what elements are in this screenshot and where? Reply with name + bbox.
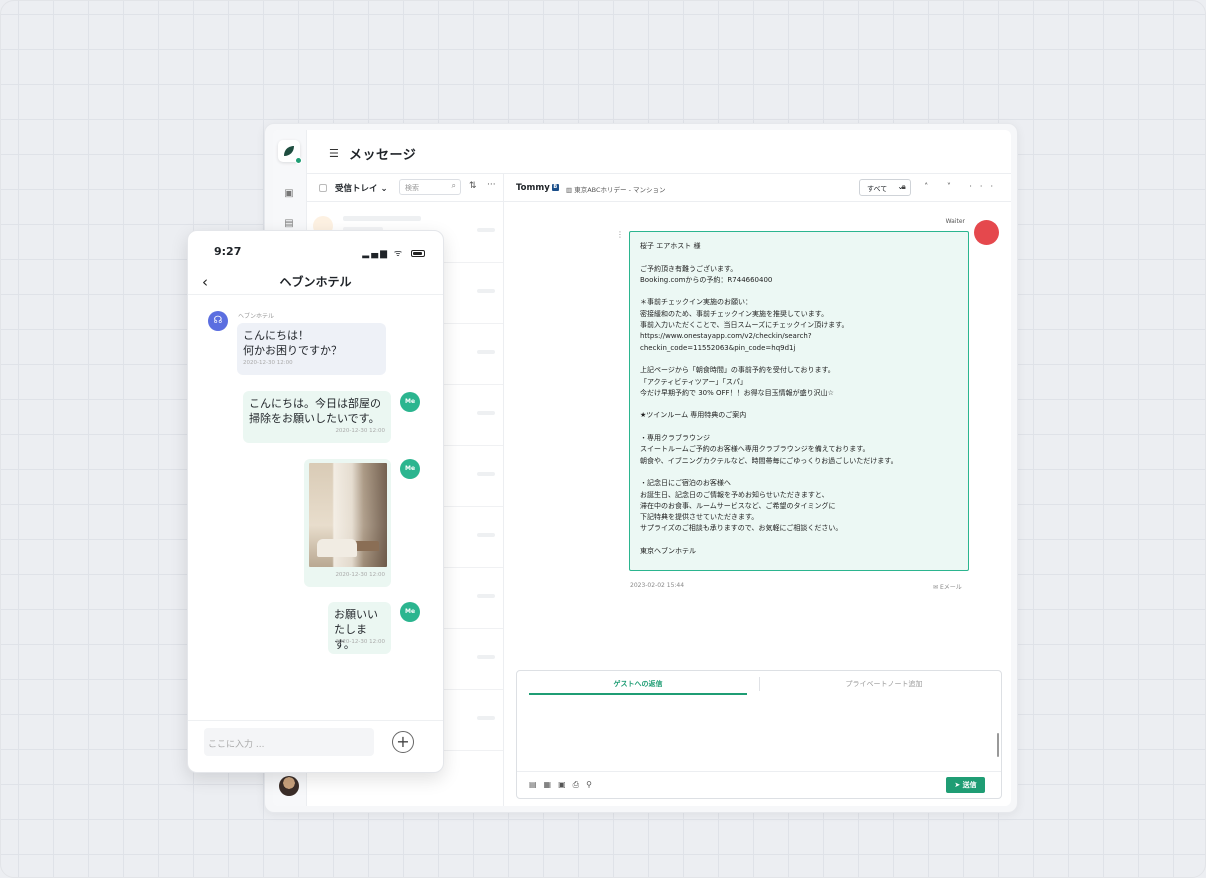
composer-tools[interactable]: ▤▦▣⎙⚲ — [529, 780, 599, 790]
guest-name[interactable]: Tommy B — [516, 183, 559, 193]
message-bubble-me: お願いいたします。 2020-12-30 12:00 — [328, 602, 391, 654]
detail-header: Tommy B ▥ 東京ABCホリデー - マンション すべて ⌄ 🔒︎ ˄ ˅ ·… — [504, 174, 1011, 202]
tab-private-note[interactable]: プライベートノート追加 — [775, 679, 993, 689]
mobile-chat-phone: 9:27 ▂▄▆ ᯤ ‹ ヘブンホテル ☊ ヘブンホテル こんにちは！ 何かお困… — [187, 230, 444, 773]
user-avatar[interactable] — [279, 776, 299, 796]
select-all-checkbox[interactable] — [319, 184, 327, 192]
status-icons: ▂▄▆ ᯤ — [362, 246, 425, 259]
search-icon[interactable]: ⌕ — [452, 181, 456, 191]
sender-label: Waiter — [945, 218, 965, 225]
conversation-detail: Tommy B ▥ 東京ABCホリデー - マンション すべて ⌄ 🔒︎ ˄ ˅ ·… — [504, 174, 1011, 806]
me-avatar: Me — [400, 459, 420, 479]
message-bubble-hotel: こんにちは！ 何かお困りですか？ 2020-12-30 12:00 — [237, 323, 386, 375]
hotel-name: ヘブンホテル — [238, 313, 275, 320]
list-header: 受信トレイ ⌄ 検索 ⌕ ⇅ ··· — [307, 174, 503, 202]
chat-title: ヘブンホテル — [279, 275, 352, 289]
message-channel: ✉ Eメール — [933, 584, 962, 591]
status-time: 9:27 — [214, 245, 242, 258]
header-actions[interactable]: 🔒︎ ˄ ˅ ··· — [901, 182, 1001, 192]
composer-toolbar: ▤▦▣⎙⚲ ➤ 送信 — [517, 771, 1001, 798]
email-message: 桜子 エアホスト 様 ご予約頂き有難うございます。 Booking.comからの… — [629, 231, 969, 571]
battery-icon — [411, 250, 425, 257]
calendar-icon[interactable]: ▣ — [283, 188, 295, 200]
me-avatar: Me — [400, 602, 420, 622]
send-button[interactable]: ➤ 送信 — [946, 777, 985, 793]
search-input[interactable]: 検索 ⌕ — [399, 179, 461, 195]
room-photo[interactable] — [309, 463, 387, 567]
message-menu-icon[interactable]: ⋮ — [616, 230, 624, 239]
message-timestamp: 2023-02-02 15:44 — [630, 582, 685, 589]
sort-filter-icon[interactable]: ⇅ — [469, 181, 477, 191]
booking-badge-icon: B — [551, 184, 559, 191]
top-bar: ☰ メッセージ — [307, 130, 1011, 174]
more-icon[interactable]: ··· — [487, 180, 496, 190]
me-avatar: Me — [400, 392, 420, 412]
app-logo[interactable] — [278, 140, 302, 164]
property-label: ▥ 東京ABCホリデー - マンション — [566, 186, 666, 194]
hotel-avatar-icon: ☊ — [208, 311, 228, 331]
message-input[interactable]: ここに入力 ... — [204, 728, 374, 756]
menu-icon[interactable]: ☰ — [329, 147, 339, 160]
inbox-dropdown[interactable]: 受信トレイ ⌄ — [335, 182, 388, 194]
active-tab-indicator — [529, 693, 747, 695]
reply-composer: ゲストへの返信 プライベートノート追加 ▤▦▣⎙⚲ ➤ 送信 — [516, 670, 1002, 799]
tab-guest-reply[interactable]: ゲストへの返信 — [529, 679, 747, 689]
message-bubble-me: こんにちは。今日は部屋の掃除をお願いしたいです。 2020-12-30 12:0… — [243, 391, 391, 443]
page-title: メッセージ — [349, 148, 417, 163]
add-attachment-icon[interactable]: + — [392, 731, 414, 753]
scrollbar[interactable] — [997, 733, 999, 757]
contacts-icon[interactable]: ▤ — [283, 218, 295, 230]
sender-avatar — [974, 220, 999, 245]
message-bubble-image[interactable]: 2020-12-30 12:00 — [304, 459, 391, 587]
